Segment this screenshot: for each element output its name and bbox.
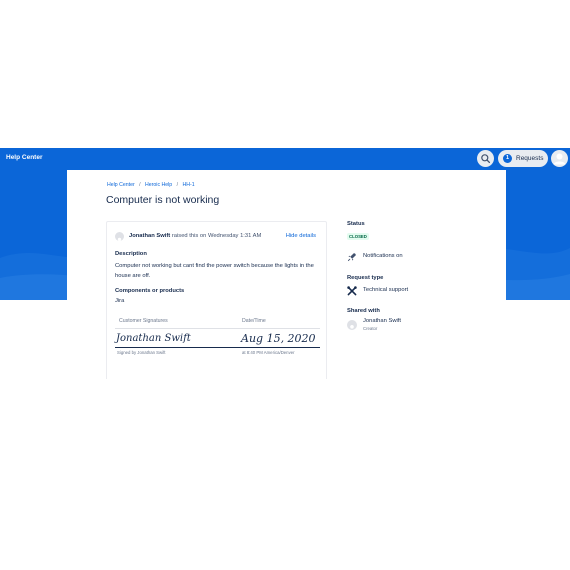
raised-on-text: raised this on Wednesday 1:31 AM — [171, 233, 262, 239]
reporter-avatar — [115, 232, 124, 244]
signature-value: Jonathan Swift — [116, 333, 191, 344]
signed-by-text: Signed by Jonathan Swift — [117, 350, 166, 355]
avatar-icon — [553, 153, 566, 165]
shared-with-row: Jonathan Swift Creator — [347, 318, 497, 334]
page-title: Computer is not working — [106, 194, 220, 206]
signed-at-text: at 8:40 PM America/Denver — [242, 350, 295, 355]
signature-column-header: Customer Signatures — [119, 318, 168, 324]
shared-user-role: Creator — [363, 326, 378, 331]
request-type-label: Request type — [347, 275, 384, 281]
raised-by-row: Jonathan Swift raised this on Wednesday … — [115, 232, 321, 244]
status-badge: CLOSED — [347, 233, 369, 240]
breadcrumb-help-center[interactable]: Help Center — [107, 182, 135, 188]
breadcrumb-heroic-help[interactable]: Heroic Help — [145, 182, 172, 188]
signature-line — [115, 347, 320, 348]
description-text: Computer not working but cant find the p… — [115, 263, 314, 279]
description-label: Description — [115, 251, 147, 257]
request-details-panel: Jonathan Swift raised this on Wednesday … — [106, 221, 327, 379]
shared-with-label: Shared with — [347, 308, 380, 314]
notifications-toggle[interactable]: Notifications on — [347, 251, 497, 263]
help-center-portal: Help Center 1 Requests Help Center / Her… — [0, 148, 570, 379]
breadcrumb-separator: / — [139, 182, 141, 188]
components-label: Components or products — [115, 288, 185, 294]
tools-icon — [347, 286, 357, 296]
breadcrumb-issue-key[interactable]: HH-1 — [183, 182, 195, 188]
search-button[interactable] — [477, 150, 494, 167]
avatar-icon — [348, 325, 356, 332]
raised-by-text: Jonathan Swift raised this on Wednesday … — [129, 233, 261, 239]
requests-count-badge: 1 — [503, 154, 512, 163]
shared-user-name: Jonathan Swift — [363, 318, 402, 324]
table-header-divider — [115, 328, 320, 329]
profile-avatar-button[interactable] — [551, 150, 568, 167]
reporter-name: Jonathan Swift — [129, 233, 171, 239]
date-column-header: Date/Time — [242, 318, 266, 324]
breadcrumb: Help Center / Heroic Help / HH-1 — [107, 182, 195, 188]
status-label: Status — [347, 221, 365, 227]
notifications-label: Notifications on — [363, 253, 403, 259]
breadcrumb-separator: / — [176, 182, 179, 188]
rocket-icon — [347, 253, 356, 262]
request-type-row: Technical support — [347, 285, 497, 297]
requests-label: Requests — [516, 155, 544, 162]
search-icon — [481, 154, 491, 164]
shared-user-avatar — [347, 320, 357, 332]
components-value: Jira — [115, 298, 125, 304]
request-type-value: Technical support — [363, 287, 409, 293]
help-center-link[interactable]: Help Center — [6, 154, 42, 161]
avatar-icon — [116, 237, 123, 244]
hide-details-link[interactable]: Hide details — [286, 233, 316, 239]
requests-button[interactable]: 1 Requests — [498, 150, 548, 167]
signature-date-value: Aug 15, 2020 — [241, 332, 316, 345]
request-card: Help Center / Heroic Help / HH-1 Compute… — [67, 170, 506, 379]
